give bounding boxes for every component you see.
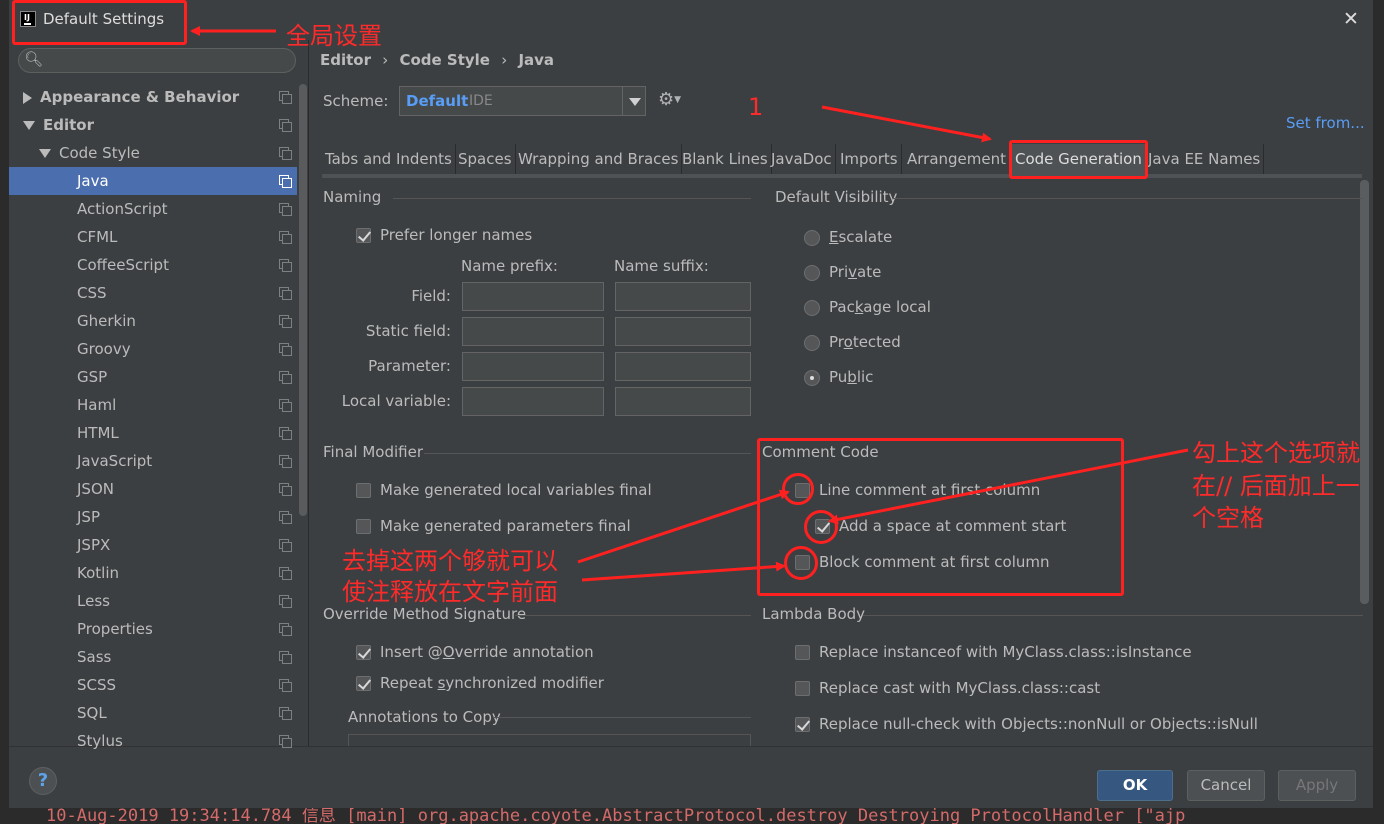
arrow-to-line-comment xyxy=(577,489,790,564)
arrow-to-add-space xyxy=(828,448,1189,525)
annotation-arrows xyxy=(190,26,1189,582)
arrow-to-block-comment xyxy=(581,561,786,582)
arrow-to-tab xyxy=(821,105,992,143)
